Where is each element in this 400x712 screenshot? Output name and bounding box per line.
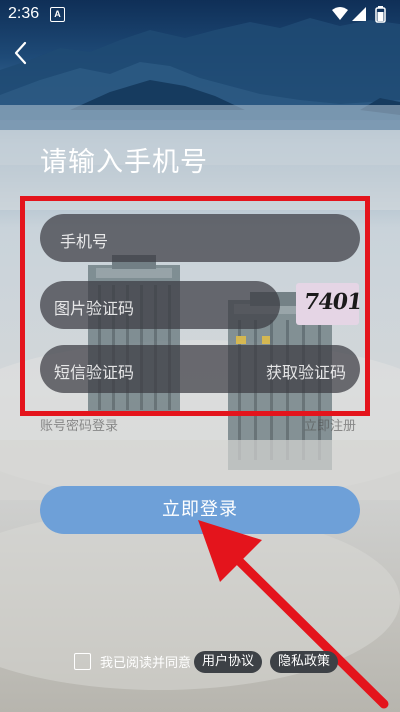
- agreement-text: 我已阅读并同意: [100, 656, 192, 671]
- privacy-policy-link[interactable]: 隐私政策: [270, 651, 339, 673]
- login-button[interactable]: 立即登录: [40, 486, 360, 534]
- status-time: 2:36: [8, 5, 40, 22]
- wifi-icon: [332, 7, 348, 20]
- signal-icon: [352, 7, 366, 21]
- user-agreement-link[interactable]: 用户协议: [194, 651, 263, 673]
- login-screen: 2:36 A 请输入手机号 手机号 图片验证码 7401 短信验证码 获取验证码…: [0, 0, 400, 712]
- register-link[interactable]: 立即注册: [304, 415, 356, 434]
- notification-icon: A: [50, 7, 65, 22]
- status-bar: 2:36 A: [0, 0, 400, 28]
- password-login-link[interactable]: 账号密码登录: [40, 415, 118, 434]
- highlight-box: [20, 196, 370, 416]
- page-title: 请输入手机号: [40, 147, 208, 178]
- battery-icon: [375, 6, 386, 23]
- back-chevron-icon[interactable]: [10, 40, 32, 66]
- agreement-checkbox[interactable]: [74, 653, 91, 670]
- status-icons: [332, 6, 386, 23]
